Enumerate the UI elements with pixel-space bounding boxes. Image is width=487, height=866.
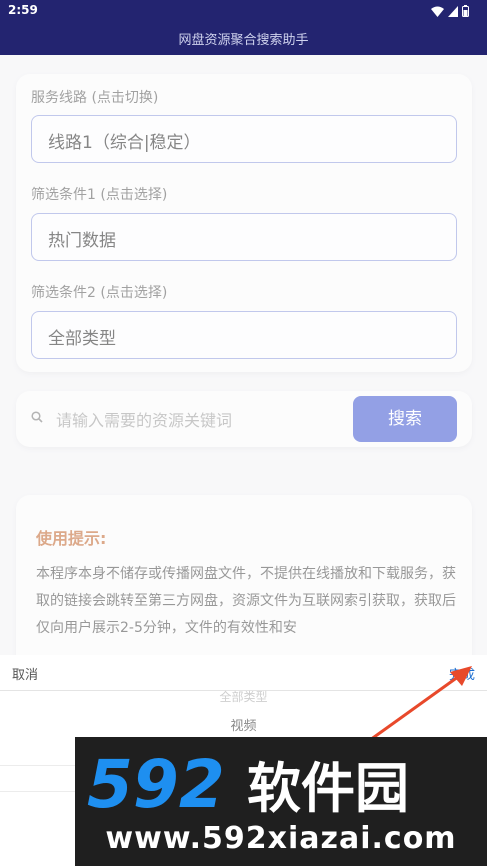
wifi-icon [431, 6, 444, 17]
app-title: 网盘资源聚合搜索助手 [178, 33, 309, 48]
watermark-url: www.592xiazai.com [105, 821, 457, 856]
status-icons [431, 5, 469, 17]
status-time: 2:59 [8, 3, 38, 17]
app-bar: 网盘资源聚合搜索助手 [0, 22, 487, 55]
dim-overlay[interactable] [0, 55, 487, 655]
status-bar: 2:59 [0, 0, 487, 22]
svg-text:592: 592 [87, 746, 225, 823]
watermark-banner: 592 软件园 www.592xiazai.com [75, 737, 487, 866]
watermark-logo: 592 软件园 [87, 746, 409, 823]
battery-icon [462, 5, 469, 17]
svg-text:软件园: 软件园 [247, 757, 409, 820]
picker-cancel-button[interactable]: 取消 [12, 664, 38, 683]
signal-icon [448, 5, 458, 17]
